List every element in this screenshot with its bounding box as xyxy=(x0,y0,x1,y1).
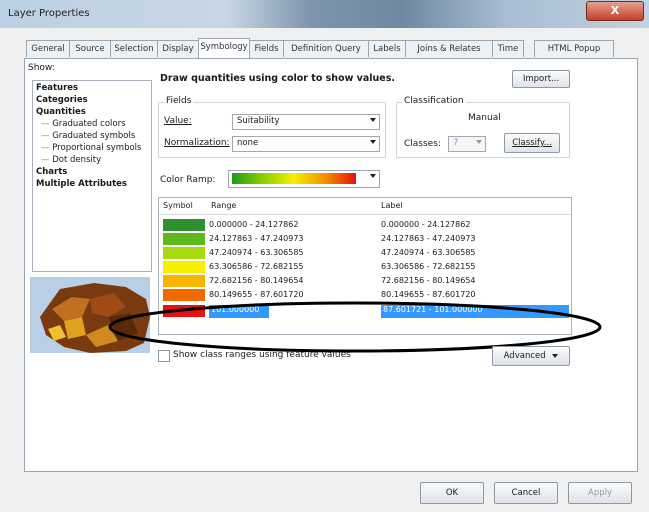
table-header: Symbol Range Label xyxy=(159,198,571,215)
show-item-multiple-attributes[interactable]: Multiple Attributes xyxy=(36,179,127,189)
tab-joins-relates[interactable]: Joins & Relates xyxy=(405,40,493,57)
show-item-categories[interactable]: Categories xyxy=(36,95,88,105)
show-item-quantities[interactable]: Quantities xyxy=(36,107,86,117)
tab-html-popup[interactable]: HTML Popup xyxy=(534,40,614,57)
classes-select[interactable]: 7 xyxy=(448,136,486,152)
close-button[interactable]: X xyxy=(586,1,644,21)
range-cell[interactable]: 63.306586 - 72.682155 xyxy=(209,262,304,271)
show-item-label: Graduated symbols xyxy=(52,131,136,141)
table-row[interactable]: 24.127863 - 47.240973 24.127863 - 47.240… xyxy=(159,233,571,246)
table-row[interactable]: 63.306586 - 72.682155 63.306586 - 72.682… xyxy=(159,261,571,274)
range-cell[interactable]: 72.682156 - 80.149654 xyxy=(209,276,304,285)
show-label: Show: xyxy=(28,63,55,73)
table-row[interactable]: 72.682156 - 80.149654 72.682156 - 80.149… xyxy=(159,275,571,288)
tab-fields[interactable]: Fields xyxy=(249,40,284,57)
advanced-button[interactable]: Advanced xyxy=(492,346,570,366)
chevron-down-icon xyxy=(370,174,376,178)
normalization-text: none xyxy=(237,138,259,148)
show-ranges-label: Show class ranges using feature values xyxy=(173,350,351,360)
tab-time[interactable]: Time xyxy=(492,40,524,57)
label-cell[interactable]: 63.306586 - 72.682155 xyxy=(381,262,476,271)
import-button[interactable]: Import... xyxy=(512,70,570,88)
label-cell[interactable]: 80.149655 - 87.601720 xyxy=(381,290,476,299)
chevron-down-icon xyxy=(370,118,376,122)
chevron-down-icon xyxy=(552,353,559,358)
symbol-swatch[interactable] xyxy=(163,219,205,231)
advanced-button-label: Advanced xyxy=(503,351,546,361)
tab-display[interactable]: Display xyxy=(157,40,199,57)
color-ramp-select[interactable] xyxy=(228,170,380,188)
title-bar: Layer Properties X xyxy=(0,0,649,28)
tab-selection[interactable]: Selection xyxy=(110,40,158,57)
classify-button-label: Classify... xyxy=(512,138,552,148)
value-label: Value: xyxy=(164,116,192,126)
table-row[interactable]: 47.240974 - 63.306585 47.240974 - 63.306… xyxy=(159,247,571,260)
tab-general[interactable]: General xyxy=(26,40,70,57)
symbol-swatch[interactable] xyxy=(163,247,205,259)
label-cell[interactable]: 47.240974 - 63.306585 xyxy=(381,248,476,257)
column-header-range[interactable]: Range xyxy=(211,201,236,210)
chevron-down-icon xyxy=(476,140,482,144)
show-item-graduated-colors[interactable]: — Graduated colors xyxy=(41,119,126,129)
show-item-proportional-symbols[interactable]: — Proportional symbols xyxy=(41,143,141,153)
cancel-button[interactable]: Cancel xyxy=(494,482,558,504)
value-label-text: Value: xyxy=(164,116,192,126)
classify-button[interactable]: Classify... xyxy=(504,133,560,153)
value-field-text: Suitability xyxy=(237,116,280,126)
show-ranges-checkbox[interactable] xyxy=(158,350,170,362)
show-item-dot-density[interactable]: — Dot density xyxy=(41,155,101,165)
color-ramp-preview xyxy=(232,173,356,184)
color-ramp-label-text: Color Ramp: xyxy=(160,175,216,185)
label-cell[interactable]: 0.000000 - 24.127862 xyxy=(381,220,470,229)
ok-button[interactable]: OK xyxy=(420,482,484,504)
show-item-charts[interactable]: Charts xyxy=(36,167,67,177)
fields-group-label: Fields xyxy=(164,96,194,106)
classes-value: 7 xyxy=(453,138,459,148)
tab-symbology[interactable]: Symbology xyxy=(198,38,250,58)
normalization-label-text: Normalization: xyxy=(164,138,230,148)
normalization-label: Normalization: xyxy=(164,138,230,148)
label-cell[interactable]: 24.127863 - 47.240973 xyxy=(381,234,476,243)
color-ramp-label: Color Ramp: xyxy=(160,175,215,185)
column-header-label[interactable]: Label xyxy=(381,201,403,210)
classification-method: Manual xyxy=(468,113,501,123)
classification-group-label: Classification xyxy=(402,96,466,106)
range-cell[interactable]: 47.240974 - 63.306585 xyxy=(209,248,304,257)
normalization-select[interactable]: none xyxy=(232,136,380,152)
range-cell[interactable]: 24.127863 - 47.240973 xyxy=(209,234,304,243)
value-field-select[interactable]: Suitability xyxy=(232,114,380,130)
chevron-down-icon xyxy=(370,140,376,144)
label-cell[interactable]: 72.682156 - 80.149654 xyxy=(381,276,476,285)
tab-labels[interactable]: Labels xyxy=(368,40,406,57)
symbol-swatch[interactable] xyxy=(163,275,205,287)
symbol-swatch[interactable] xyxy=(163,233,205,245)
window-title: Layer Properties xyxy=(8,8,90,19)
heading: Draw quantities using color to show valu… xyxy=(160,73,396,84)
show-item-label: Dot density xyxy=(52,155,102,165)
tab-source[interactable]: Source xyxy=(69,40,111,57)
table-row[interactable]: 0.000000 - 24.127862 0.000000 - 24.12786… xyxy=(159,219,571,232)
apply-button[interactable]: Apply xyxy=(568,482,632,504)
show-list: Features Categories Quantities — Graduat… xyxy=(32,80,152,272)
range-cell[interactable]: 0.000000 - 24.127862 xyxy=(209,220,298,229)
show-item-label: Graduated colors xyxy=(52,119,126,129)
show-item-graduated-symbols[interactable]: — Graduated symbols xyxy=(41,131,135,141)
show-item-features[interactable]: Features xyxy=(36,83,78,93)
classes-label: Classes: xyxy=(404,139,441,149)
show-item-label: Proportional symbols xyxy=(52,143,142,153)
symbol-swatch[interactable] xyxy=(163,261,205,273)
range-cell[interactable]: 80.149655 - 87.601720 xyxy=(209,290,304,299)
column-header-symbol[interactable]: Symbol xyxy=(163,201,193,210)
tab-definition-query[interactable]: Definition Query xyxy=(283,40,369,57)
